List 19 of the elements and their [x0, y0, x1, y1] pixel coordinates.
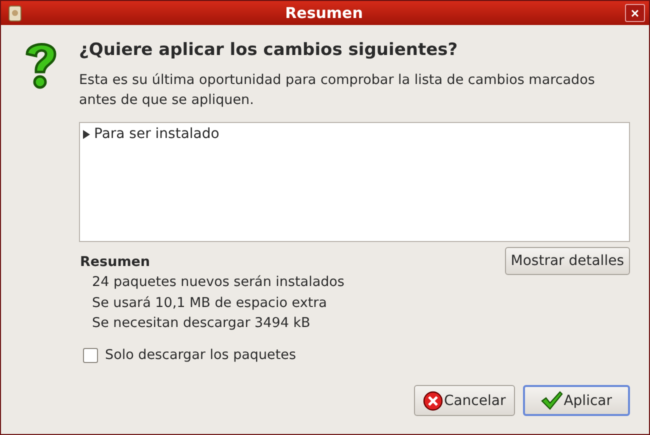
cancel-icon: [422, 390, 443, 410]
show-details-button[interactable]: Mostrar detalles: [504, 247, 630, 275]
summary-line: 24 paquetes nuevos serán instalados: [91, 274, 344, 290]
tree-row[interactable]: Para ser instalado: [80, 123, 629, 145]
checkmark-icon: [540, 390, 563, 410]
checkbox-label: Solo descargar los paquetes: [105, 347, 296, 363]
cancel-button[interactable]: Cancelar: [414, 385, 515, 416]
summary-line: Se usará 10,1 MB de espacio extra: [91, 295, 328, 311]
app-icon: [7, 4, 23, 22]
close-button[interactable]: ×: [625, 4, 645, 22]
summary-line: Se necesitan descargar 3494 kB: [91, 315, 312, 331]
apply-button[interactable]: Aplicar: [522, 385, 630, 416]
window-title: Resumen: [284, 4, 364, 22]
expander-icon[interactable]: [82, 130, 91, 138]
dialog-message: Esta es su última oportunidad para comprobar la lista de cambios marcados antes de que se apliquen.: [79, 71, 596, 110]
summary-title: Resumen: [80, 254, 152, 270]
tree-label: Para ser instalado: [94, 126, 220, 142]
checkbox[interactable]: [83, 348, 98, 362]
dialog-heading: ¿Quiere aplicar los cambios siguientes?: [79, 40, 459, 60]
